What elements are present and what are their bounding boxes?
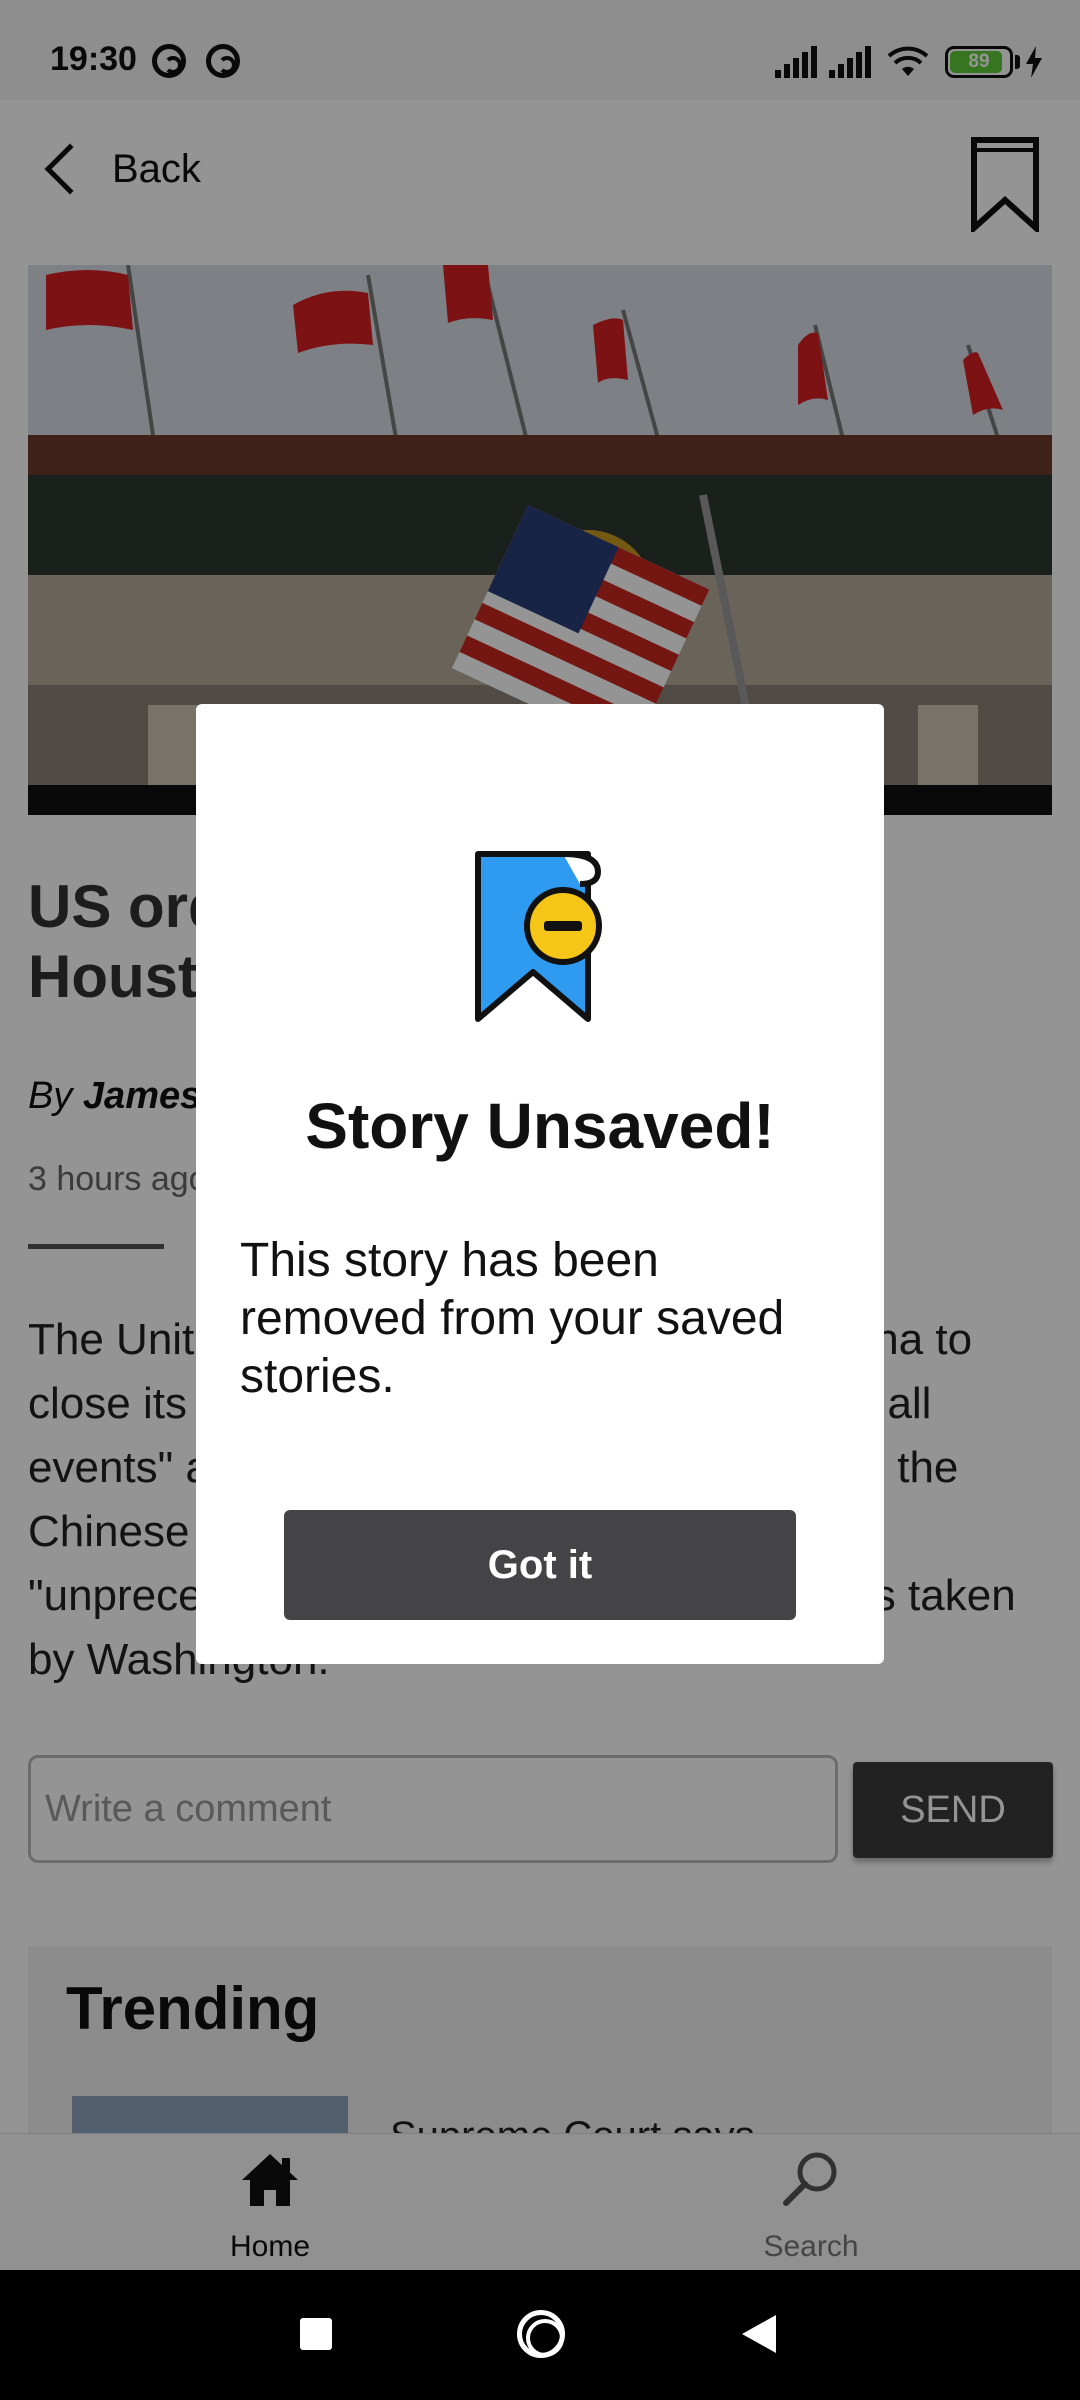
system-back-button[interactable]: [742, 2315, 776, 2353]
recents-button[interactable]: [300, 2318, 332, 2350]
bookmark-remove-icon: [475, 851, 602, 1022]
dialog-message: This story has been removed from your sa…: [240, 1234, 785, 1403]
dialog-title: Story Unsaved!: [305, 1090, 775, 1162]
home-button[interactable]: [517, 2310, 565, 2358]
unsaved-dialog: Story Unsaved! This story has been remov…: [196, 704, 884, 1664]
got-it-button[interactable]: Got it: [284, 1510, 796, 1620]
system-navigation-bar: [0, 2270, 1080, 2400]
